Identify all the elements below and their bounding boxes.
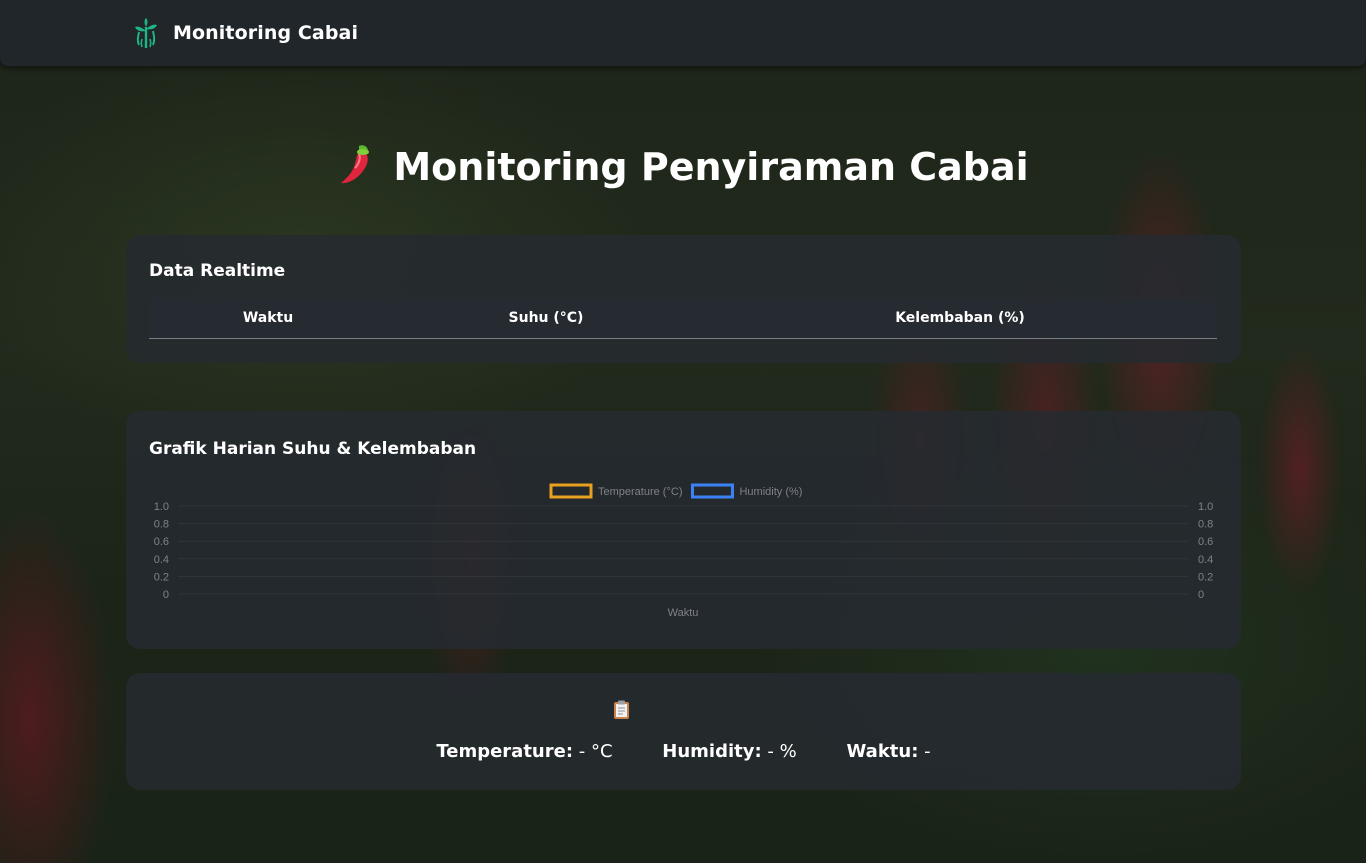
waktu-reading: Waktu: -	[846, 741, 930, 762]
chili-pepper-icon	[341, 145, 370, 184]
y2-axis-ticks: 1.0 0.8 0.6 0.4 0.2 0	[1198, 501, 1213, 601]
y2-tick-label: 0.8	[1198, 519, 1213, 531]
daily-chart: 1.0 0.8 0.6 0.4 0.2 0 1.0 0.8 0.6 0.4 0.2 0 Temper…	[154, 483, 1213, 619]
legend-label: Temperature (°C)	[598, 486, 682, 498]
chart-card: Grafik Harian Suhu & Kelembaban 1.0 0.8 0.…	[126, 411, 1241, 649]
y2-tick-label: 0.4	[1198, 554, 1213, 566]
humidity-reading: Humidity: - %	[662, 741, 796, 762]
y-tick-label: 1.0	[154, 501, 169, 513]
info-card: Temperature: - °C Humidity: - % Waktu: -	[126, 673, 1241, 790]
y-tick-label: 0	[163, 589, 169, 601]
navbar-brand[interactable]: Monitoring Cabai	[133, 17, 358, 49]
legend-swatch	[549, 483, 593, 499]
y2-tick-label: 0.2	[1198, 571, 1213, 583]
y-tick-label: 0.8	[154, 519, 169, 531]
temperature-label: Temperature:	[436, 741, 574, 762]
brand-title: Monitoring Cabai	[173, 22, 359, 44]
temperature-reading: Temperature: - °C	[436, 741, 612, 762]
chili-plant-icon	[135, 18, 157, 48]
realtime-card-title: Data Realtime	[149, 261, 286, 281]
realtime-table-header: Waktu Suhu (°C) Kelembaban (%)	[149, 298, 1217, 339]
chart-grid	[178, 505, 1188, 595]
legend-label: Humidity (%)	[739, 486, 802, 498]
x-axis-label: Waktu	[668, 607, 699, 619]
y2-tick-label: 1.0	[1198, 501, 1213, 513]
latest-reading: Temperature: - °C Humidity: - % Waktu: -	[126, 741, 1241, 762]
y2-tick-label: 0.6	[1198, 536, 1213, 548]
humidity-label: Humidity:	[662, 741, 762, 762]
clipboard-icon	[614, 700, 629, 719]
y-axis-ticks: 1.0 0.8 0.6 0.4 0.2 0	[154, 501, 169, 601]
y-tick-label: 0.6	[154, 536, 169, 548]
column-header-suhu: Suhu (°C)	[508, 310, 584, 326]
y2-tick-label: 0	[1198, 589, 1204, 601]
chart-legend: Temperature (°C) Humidity (%)	[549, 483, 802, 499]
navbar: Monitoring Cabai	[0, 0, 1366, 66]
realtime-card: Data Realtime Waktu Suhu (°C) Kelembaban…	[126, 235, 1241, 363]
legend-swatch	[690, 483, 734, 499]
column-header-waktu: Waktu	[242, 310, 294, 326]
y-tick-label: 0.2	[154, 571, 169, 583]
page-title-text: Monitoring Penyiraman Cabai	[393, 145, 1029, 189]
page-title: Monitoring Penyiraman Cabai	[0, 140, 1366, 189]
humidity-value: - %	[761, 741, 797, 762]
column-header-kelembaban: Kelembaban (%)	[895, 310, 1025, 326]
waktu-label: Waktu:	[846, 741, 919, 762]
waktu-value: -	[918, 741, 931, 762]
y-tick-label: 0.4	[154, 554, 169, 566]
temperature-value: - °C	[573, 741, 613, 762]
